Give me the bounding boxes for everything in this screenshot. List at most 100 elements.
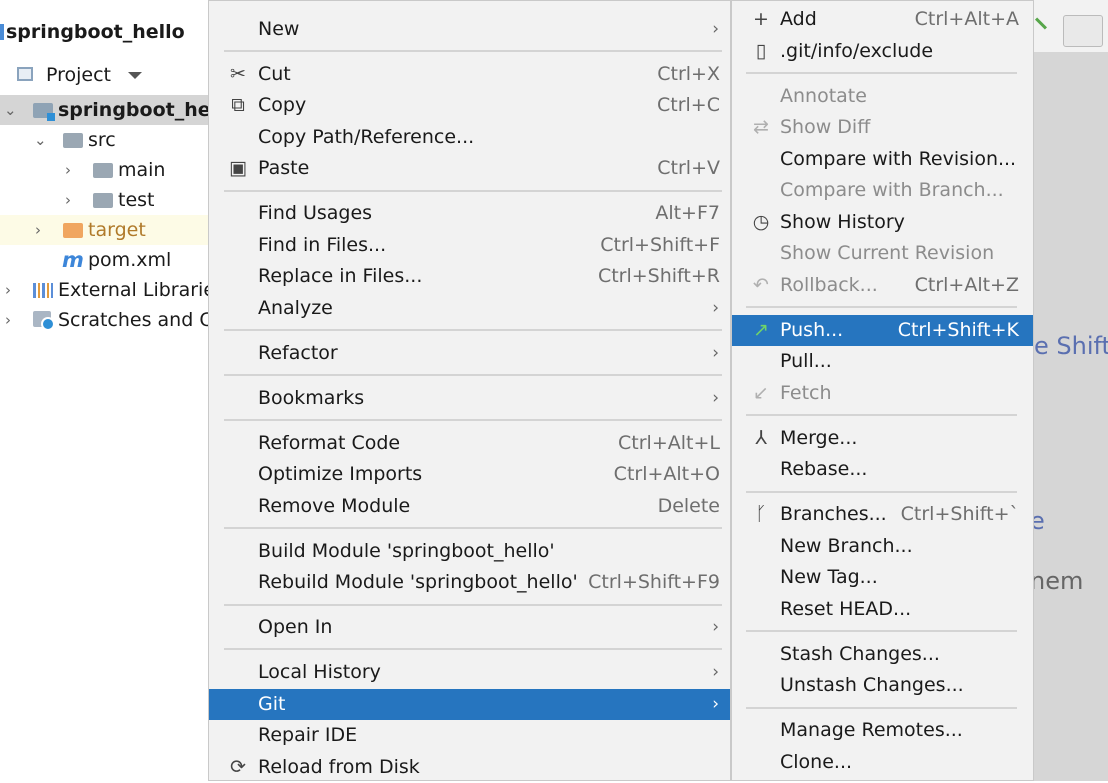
tree-label: src [88, 129, 116, 151]
tree-node-root[interactable]: ⌄ springboot_hello [0, 95, 237, 125]
menu-item-replace-in-files[interactable]: Replace in Files... Ctrl+Shift+R [209, 261, 730, 292]
menu-item-optimize-imports[interactable]: Optimize Imports Ctrl+Alt+O [209, 459, 730, 490]
git-item-compare-revision[interactable]: Compare with Revision... [732, 144, 1033, 175]
git-item-pull[interactable]: Pull... [732, 346, 1033, 377]
menu-item-label: Local History [258, 661, 381, 683]
git-item-manage-remotes[interactable]: Manage Remotes... [732, 715, 1033, 746]
git-item-exclude[interactable]: ▯ .git/info/exclude [732, 36, 1033, 67]
menu-item-local-history[interactable]: Local History › [209, 657, 730, 688]
file-icon: ▯ [755, 40, 767, 62]
collapsed-chevron-icon[interactable]: › [62, 155, 74, 185]
module-icon [0, 24, 4, 40]
tree-node-pom[interactable]: m pom.xml [0, 245, 230, 275]
menu-item-repair-ide[interactable]: Repair IDE [209, 720, 730, 751]
menu-item-build-module[interactable]: Build Module 'springboot_hello' [209, 536, 730, 567]
menu-item-label: New Branch... [780, 535, 913, 557]
reload-icon: ⟳ [230, 756, 246, 778]
menu-item-label: Rebuild Module 'springboot_hello' [258, 571, 578, 593]
git-item-merge[interactable]: ⅄ Merge... [732, 423, 1033, 454]
git-item-show-history[interactable]: ◷ Show History [732, 207, 1033, 238]
menu-item-shortcut: Ctrl+Shift+F [600, 234, 720, 256]
run-config-button[interactable] [1063, 15, 1103, 47]
git-item-reset-head[interactable]: Reset HEAD... [732, 594, 1033, 625]
git-item-stash[interactable]: Stash Changes... [732, 639, 1033, 670]
menu-item-label: Reload from Disk [258, 756, 420, 778]
project-view-selector[interactable]: Project [0, 60, 230, 90]
submenu-arrow-icon: › [712, 388, 719, 408]
menu-item-label: Merge... [780, 427, 858, 449]
git-item-unstash[interactable]: Unstash Changes... [732, 670, 1033, 701]
library-icon [33, 283, 53, 298]
menu-item-remove-module[interactable]: Remove Module Delete [209, 491, 730, 522]
tree-node-src[interactable]: ⌄ src [0, 125, 230, 155]
git-item-new-branch[interactable]: New Branch... [732, 531, 1033, 562]
branch-icon: ᚴ [755, 503, 767, 525]
git-item-rollback: ↶ Rollback... Ctrl+Alt+Z [732, 270, 1033, 301]
git-item-add[interactable]: + Add Ctrl+Alt+A [732, 4, 1033, 35]
menu-separator [746, 72, 1017, 74]
git-item-new-tag[interactable]: New Tag... [732, 562, 1033, 593]
menu-item-paste[interactable]: ▣ Paste Ctrl+V [209, 153, 730, 184]
git-item-clone[interactable]: Clone... [732, 747, 1033, 778]
tree-label: pom.xml [88, 249, 172, 271]
menu-item-shortcut: Ctrl+Shift+R [597, 265, 720, 287]
collapsed-chevron-icon[interactable]: › [2, 275, 14, 305]
editor-hint-text: e Shift [1034, 332, 1108, 360]
project-view-icon [17, 67, 33, 81]
maven-icon: m [62, 248, 84, 272]
tree-node-external-libraries[interactable]: › External Libraries [0, 275, 230, 305]
tree-node-main[interactable]: › main [0, 155, 230, 185]
menu-item-reload-from-disk[interactable]: ⟳ Reload from Disk [209, 752, 730, 783]
menu-item-rebuild-module[interactable]: Rebuild Module 'springboot_hello' Ctrl+Sh… [209, 567, 730, 598]
menu-item-find-in-files[interactable]: Find in Files... Ctrl+Shift+F [209, 230, 730, 261]
menu-item-label: Unstash Changes... [780, 674, 964, 696]
menu-separator [746, 414, 1017, 416]
project-title: springboot_hello [6, 21, 185, 43]
collapsed-chevron-icon[interactable]: › [62, 185, 74, 215]
menu-item-label: Build Module 'springboot_hello' [258, 540, 555, 562]
menu-item-label: Find Usages [258, 202, 373, 224]
tree-node-target[interactable]: › target [0, 215, 230, 245]
folder-icon [93, 163, 113, 178]
git-item-rebase[interactable]: Rebase... [732, 454, 1033, 485]
tree-node-scratches[interactable]: › Scratches and Consoles [0, 305, 285, 335]
menu-item-label: Show History [780, 211, 905, 233]
collapsed-chevron-icon[interactable]: › [2, 305, 14, 335]
menu-item-new[interactable]: New › [209, 14, 730, 45]
menu-item-git[interactable]: Git › [209, 689, 730, 720]
menu-item-find-usages[interactable]: Find Usages Alt+F7 [209, 198, 730, 229]
menu-item-shortcut: Delete [657, 495, 720, 517]
menu-item-label: Reformat Code [258, 432, 401, 454]
menu-separator [746, 306, 1017, 308]
menu-item-label: Find in Files... [258, 234, 387, 256]
clipboard-icon: ▣ [229, 157, 247, 179]
menu-item-cut[interactable]: ✂ Cut Ctrl+X [209, 59, 730, 90]
collapsed-chevron-icon[interactable]: › [32, 215, 44, 245]
menu-item-label: New Tag... [780, 566, 878, 588]
menu-item-shortcut: Ctrl+X [657, 63, 720, 85]
menu-item-reformat-code[interactable]: Reformat Code Ctrl+Alt+L [209, 428, 730, 459]
menu-item-open-in[interactable]: Open In › [209, 612, 730, 643]
fetch-icon: ↙ [753, 382, 769, 404]
git-item-show-diff: ⇄ Show Diff [732, 112, 1033, 143]
submenu-arrow-icon: › [712, 617, 719, 637]
expand-chevron-icon[interactable]: ⌄ [34, 125, 47, 155]
menu-item-label: Branches... [780, 503, 887, 525]
expand-chevron-icon[interactable]: ⌄ [4, 95, 17, 125]
menu-item-shortcut: Ctrl+Shift+` [900, 503, 1019, 525]
git-item-show-current-revision: Show Current Revision [732, 238, 1033, 269]
menu-item-copy-path[interactable]: Copy Path/Reference... [209, 122, 730, 153]
menu-item-label: Add [780, 8, 817, 30]
tree-node-test[interactable]: › test [0, 185, 230, 215]
menu-item-bookmarks[interactable]: Bookmarks › [209, 383, 730, 414]
chevron-down-icon[interactable] [128, 72, 142, 79]
menu-item-shortcut: Ctrl+Alt+O [613, 463, 720, 485]
git-item-push[interactable]: ↗ Push... Ctrl+Shift+K [732, 315, 1033, 346]
menu-separator [224, 527, 722, 529]
menu-item-refactor[interactable]: Refactor › [209, 338, 730, 369]
scissors-icon: ✂ [230, 63, 246, 85]
menu-item-analyze[interactable]: Analyze › [209, 293, 730, 324]
build-hammer-icon[interactable] [1034, 17, 1048, 30]
menu-item-copy[interactable]: ⧉ Copy Ctrl+C [209, 90, 730, 121]
git-item-branches[interactable]: ᚴ Branches... Ctrl+Shift+` [732, 499, 1033, 530]
